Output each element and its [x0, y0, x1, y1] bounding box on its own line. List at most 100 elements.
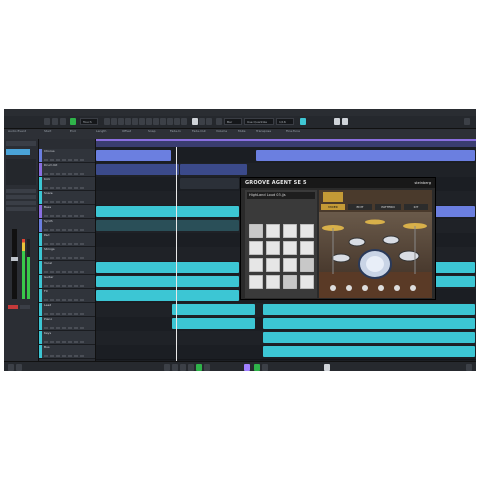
audio-event[interactable] — [430, 276, 475, 287]
glue-tool-button[interactable] — [125, 118, 131, 125]
audio-event[interactable] — [430, 206, 475, 217]
snap-to-zero-button[interactable] — [300, 118, 306, 125]
volume-fader-track[interactable] — [12, 229, 17, 299]
track-header[interactable]: Chorus — [39, 149, 95, 163]
drum-pad[interactable] — [266, 241, 280, 255]
activate-project-button[interactable] — [44, 118, 50, 125]
track-controls[interactable] — [44, 341, 84, 343]
drum-pad[interactable] — [300, 241, 314, 255]
audio-event[interactable] — [96, 276, 240, 287]
play-button[interactable] — [196, 364, 202, 371]
nudge-left-button[interactable] — [199, 118, 205, 125]
tab-kit[interactable]: KIT — [404, 204, 428, 210]
track-controls[interactable] — [44, 243, 84, 245]
drum-pad[interactable] — [266, 275, 280, 289]
audio-event[interactable] — [172, 304, 255, 315]
settings-gear-icon[interactable] — [464, 118, 470, 125]
play-tool-button[interactable] — [181, 118, 187, 125]
audio-event[interactable] — [179, 178, 240, 189]
track-header[interactable]: Kick — [39, 177, 95, 191]
stop-button[interactable] — [188, 364, 194, 371]
select-tool-button[interactable] — [104, 118, 110, 125]
split-tool-button[interactable] — [118, 118, 124, 125]
drum-pad[interactable] — [283, 241, 297, 255]
track-header[interactable]: Lead — [39, 303, 95, 317]
quantize-preset-field[interactable]: 1/16 — [276, 118, 294, 125]
record-enable-button[interactable] — [8, 305, 18, 309]
tempo-button[interactable] — [262, 364, 268, 371]
track-header[interactable]: Vocal — [39, 261, 95, 275]
equalizers-section[interactable] — [6, 195, 36, 199]
track-header[interactable]: Strings — [39, 247, 95, 261]
audio-event[interactable] — [263, 346, 475, 357]
track-controls[interactable] — [44, 313, 84, 315]
snap-toggle-button[interactable] — [216, 118, 222, 125]
left-zone-toggle[interactable] — [8, 364, 14, 371]
drum-pad[interactable] — [249, 224, 263, 238]
knob-icon[interactable] — [346, 285, 352, 291]
audio-event[interactable] — [263, 304, 475, 315]
window-layout-button[interactable] — [342, 118, 348, 125]
track-header[interactable]: Keys — [39, 331, 95, 345]
selected-track-header[interactable] — [6, 149, 30, 155]
track-controls[interactable] — [44, 285, 84, 287]
audio-event[interactable] — [179, 164, 247, 175]
track-header[interactable]: Drum Kit — [39, 163, 95, 177]
forward-button[interactable] — [172, 364, 178, 371]
knob-icon[interactable] — [330, 285, 336, 291]
drum-pad[interactable] — [300, 258, 314, 272]
track-header[interactable]: Pad — [39, 233, 95, 247]
sends-section[interactable] — [6, 201, 36, 205]
nudge-right-button[interactable] — [206, 118, 212, 125]
audio-event[interactable] — [96, 290, 240, 301]
color-button[interactable] — [334, 118, 340, 125]
audio-event[interactable] — [263, 332, 475, 343]
track-header[interactable]: FX — [39, 289, 95, 303]
track-controls[interactable] — [44, 215, 84, 217]
track-controls[interactable] — [44, 201, 84, 203]
marker-button[interactable] — [324, 364, 330, 371]
audio-event[interactable] — [430, 262, 475, 273]
timeline-ruler[interactable] — [96, 139, 476, 147]
erase-tool-button[interactable] — [132, 118, 138, 125]
track-header[interactable]: Synth — [39, 219, 95, 233]
drum-pad[interactable] — [283, 224, 297, 238]
monitor-button[interactable] — [20, 305, 30, 309]
inserts-section[interactable] — [6, 189, 36, 193]
track-header[interactable]: Bass — [39, 205, 95, 219]
cycle-button[interactable] — [180, 364, 186, 371]
tab-pattern[interactable]: PATTERN — [375, 204, 401, 210]
track-header[interactable]: Snare — [39, 191, 95, 205]
kit-name-field[interactable]: HighLand Loud 03.jjs — [247, 192, 315, 199]
tab-mixer[interactable]: MIXER — [321, 204, 345, 210]
record-button[interactable] — [204, 364, 210, 371]
knob-icon[interactable] — [378, 285, 384, 291]
draw-tool-button[interactable] — [167, 118, 173, 125]
drum-pad[interactable] — [249, 241, 263, 255]
volume-fader-handle[interactable] — [11, 257, 18, 261]
redo-button[interactable] — [60, 118, 66, 125]
time-warp-tool-button[interactable] — [160, 118, 166, 125]
audio-event[interactable] — [96, 164, 179, 175]
zoom-tool-button[interactable] — [139, 118, 145, 125]
drum-pad[interactable] — [283, 275, 297, 289]
drum-pad[interactable] — [300, 275, 314, 289]
drum-pad[interactable] — [283, 258, 297, 272]
knob-icon[interactable] — [394, 285, 400, 291]
track-header[interactable]: Guitar — [39, 275, 95, 289]
comp-tool-button[interactable] — [153, 118, 159, 125]
track-controls[interactable] — [44, 327, 84, 329]
range-tool-button[interactable] — [111, 118, 117, 125]
audio-event[interactable] — [96, 262, 240, 273]
auto-scroll-button[interactable] — [192, 118, 198, 125]
undo-button[interactable] — [52, 118, 58, 125]
knob-icon[interactable] — [410, 285, 416, 291]
track-header[interactable]: Bus — [39, 345, 95, 359]
drum-pad[interactable] — [249, 258, 263, 272]
lower-zone-toggle[interactable] — [16, 364, 22, 371]
snap-type-field[interactable]: Bar — [224, 118, 242, 125]
drum-pad[interactable] — [300, 224, 314, 238]
mute-tool-button[interactable] — [146, 118, 152, 125]
inspector-tabs[interactable] — [6, 141, 36, 146]
right-zone-toggle[interactable] — [466, 364, 472, 371]
